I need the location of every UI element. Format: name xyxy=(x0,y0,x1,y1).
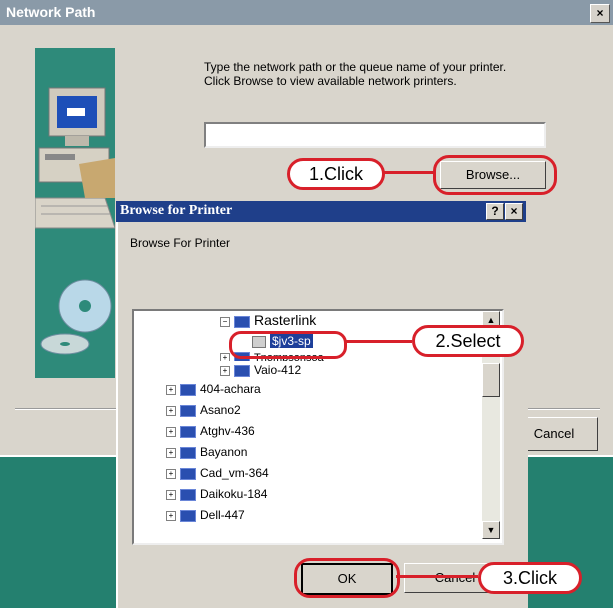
callout-line-2 xyxy=(344,340,412,343)
expand-icon[interactable]: + xyxy=(166,384,176,395)
computer-icon xyxy=(180,446,196,459)
expand-icon[interactable]: + xyxy=(166,510,176,521)
ok-highlight-ring xyxy=(294,558,400,598)
network-path-titlebar: Network Path × xyxy=(0,0,613,25)
instructions-line-2: Click Browse to view available network p… xyxy=(204,74,457,88)
dialog-label: Browse For Printer xyxy=(130,236,231,250)
tree-node-label: Atghv-436 xyxy=(200,424,255,438)
computer-icon xyxy=(180,467,196,480)
callout-step-1: 1.Click xyxy=(287,158,385,190)
scrollbar-thumb[interactable] xyxy=(482,363,500,397)
computer-icon xyxy=(234,364,250,377)
expand-icon[interactable]: + xyxy=(166,426,176,437)
tree-node[interactable]: + Bayanon xyxy=(166,445,247,460)
expand-icon[interactable]: + xyxy=(220,353,230,361)
dialog-title: Browse for Printer xyxy=(120,203,233,218)
computer-icon xyxy=(180,509,196,522)
network-path-title: Network Path xyxy=(6,4,96,20)
callout-step-3: 3.Click xyxy=(478,562,582,594)
expand-icon[interactable]: + xyxy=(166,405,176,416)
callout-line-1 xyxy=(382,171,434,174)
instructions-text: Type the network path or the queue name … xyxy=(204,60,506,88)
tree-node[interactable]: + Atghv-436 xyxy=(166,424,255,439)
tree-node-label: Vaio-412 xyxy=(254,363,302,377)
collapse-icon[interactable]: − xyxy=(220,316,230,327)
computer-icon xyxy=(234,315,250,328)
tree-node[interactable]: + Asano2 xyxy=(166,403,241,418)
tree-node-label: Bayanon xyxy=(200,445,248,459)
network-path-input[interactable] xyxy=(204,122,546,148)
tree-node-vaio[interactable]: + Vaio-412 xyxy=(220,363,301,378)
computer-icon xyxy=(180,383,196,396)
computer-icon xyxy=(180,404,196,417)
wizard-illustration xyxy=(34,48,116,378)
tree-node[interactable]: + Cad_vm-364 xyxy=(166,466,269,481)
expand-icon[interactable]: + xyxy=(166,447,176,458)
tree-node-label: Dell-447 xyxy=(200,508,245,522)
tree-node[interactable]: + Dell-447 xyxy=(166,508,245,523)
help-icon[interactable]: ? xyxy=(486,203,504,220)
callout-step-2: 2.Select xyxy=(412,325,524,357)
tree-node-label: Daikoku-184 xyxy=(200,487,268,501)
tree-node-label: Cad_vm-364 xyxy=(200,466,269,480)
tree-node-rasterlink[interactable]: − Rasterlink xyxy=(220,312,317,328)
tree-node[interactable]: + Daikoku-184 xyxy=(166,487,267,502)
select-highlight-ring xyxy=(229,331,347,359)
close-icon[interactable]: × xyxy=(505,203,523,220)
expand-icon[interactable]: + xyxy=(166,489,176,500)
instructions-line-1: Type the network path or the queue name … xyxy=(204,60,507,74)
close-icon[interactable]: × xyxy=(590,4,610,23)
expand-icon[interactable]: + xyxy=(166,468,176,479)
computer-icon xyxy=(180,488,196,501)
tree-node[interactable]: +404-achara xyxy=(166,382,261,397)
expand-icon[interactable]: + xyxy=(220,365,230,376)
tree-node-label: Asano2 xyxy=(200,403,241,417)
browse-highlight-ring xyxy=(433,155,557,195)
tree-node-label: Rasterlink xyxy=(254,312,317,328)
computer-icon xyxy=(180,425,196,438)
browse-for-printer-titlebar: Browse for Printer ? × xyxy=(116,201,526,222)
tree-node-label: 404-achara xyxy=(200,382,261,396)
scroll-down-icon[interactable]: ▼ xyxy=(482,521,500,539)
callout-line-3 xyxy=(396,575,478,578)
